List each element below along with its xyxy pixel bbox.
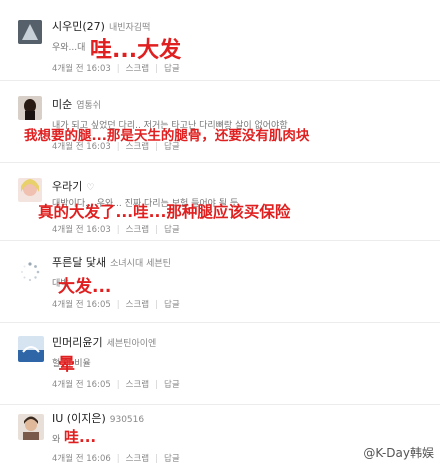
comment-author[interactable]: IU (이지은) 930516 [52, 410, 144, 426]
comment-time: 4개월 전 16:05 [52, 300, 111, 310]
reply-button[interactable]: 답글 [164, 64, 180, 74]
translation-overlay: 晕 [58, 355, 75, 375]
reply-button[interactable]: 답글 [164, 380, 180, 390]
comment-item: 시우민(27) 내빈자김떡 우와...대 4개월 전 16:03 | 스크랩 | 답글 哇… [0, 0, 440, 81]
translation-overlay: 哇... [64, 428, 97, 446]
author-subtitle: 세븐틴아이엔 [106, 339, 157, 349]
comment-time: 4개월 전 16:05 [52, 380, 111, 390]
reply-button[interactable]: 답글 [164, 300, 180, 310]
scrap-button[interactable]: 스크랩 [126, 380, 149, 390]
comment-text: 와 [52, 435, 61, 445]
comment-author[interactable]: 민머리윤기 세븐틴아이엔 [52, 334, 156, 350]
scrap-button[interactable]: 스크랩 [126, 300, 149, 310]
author-subtitle: 엽통쉬 [76, 101, 102, 111]
comment-text: 우와...대 [52, 43, 86, 53]
comment-time: 4개월 전 16:06 [52, 454, 111, 464]
avatar[interactable] [18, 96, 42, 120]
avatar[interactable] [18, 336, 44, 362]
comment-time: 4개월 전 16:03 [52, 225, 111, 235]
author-subtitle: 소녀시대 세븐틴 [110, 259, 171, 269]
avatar[interactable] [18, 178, 42, 202]
comment-item: 민머리윤기 세븐틴아이엔 헐 이 비율 4개월 전 16:05 | 스크랩 | 답글 晕 [0, 322, 440, 405]
scrap-button[interactable]: 스크랩 [126, 64, 149, 74]
avatar[interactable] [18, 414, 44, 440]
reply-button[interactable]: 답글 [164, 225, 180, 235]
comment-author[interactable]: 우라기 ♡ [52, 178, 94, 194]
comment-meta: 4개월 전 16:05 | 스크랩 | 답글 [52, 300, 180, 310]
scrap-button[interactable]: 스크랩 [126, 454, 149, 464]
comment-item: 우라기 ♡ 대박이다... 우와... 진짜 다리는 보험 들어야 될 듯 4개월… [0, 162, 440, 241]
translation-overlay: 哇...大发 [90, 38, 182, 63]
translation-overlay: 我想要的腿...那是天生的腿骨，还要没有肌肉块 [24, 128, 310, 144]
comment-author[interactable]: 미순 엽통쉬 [52, 96, 101, 112]
comment-author[interactable]: 푸른달 닻새 소녀시대 세븐틴 [52, 254, 171, 270]
reply-button[interactable]: 답글 [164, 454, 180, 464]
translation-overlay: 真的大发了...哇...那种腿应该买保险 [38, 203, 291, 221]
author-subtitle: 930516 [109, 415, 145, 425]
loading-spinner-icon [18, 260, 42, 284]
comment-meta: 4개월 전 16:05 | 스크랩 | 답글 [52, 380, 180, 390]
watermark: @K-Day韩娱 [363, 446, 434, 460]
comment-item: 푸른달 닻새 소녀시대 세븐틴 대박 4개월 전 16:05 | 스크랩 | 답글 大发.… [0, 240, 440, 323]
comment-time: 4개월 전 16:03 [52, 64, 111, 74]
comment-item: 미순 엽통쉬 내가 되고 싶었던 다리.. 저거는 타고난 다리뼈랑 살이 없어야… [0, 80, 440, 163]
heart-icon: ♡ [86, 183, 95, 193]
comment-meta: 4개월 전 16:06 | 스크랩 | 답글 [52, 454, 180, 464]
scrap-button[interactable]: 스크랩 [126, 225, 149, 235]
comment-meta: 4개월 전 16:03 | 스크랩 | 답글 [52, 225, 180, 235]
translation-overlay: 大发... [58, 277, 112, 297]
avatar[interactable] [18, 20, 42, 44]
